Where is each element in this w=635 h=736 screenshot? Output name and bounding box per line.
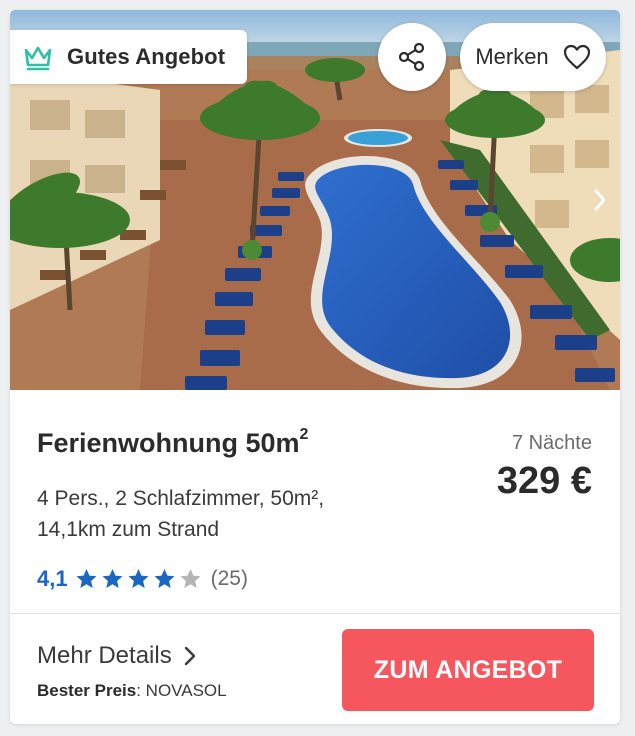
rating: 4,1 (25) xyxy=(37,566,248,592)
chevron-right-icon xyxy=(594,189,606,211)
star-empty-icon xyxy=(180,569,201,588)
listing-description: 4 Pers., 2 Schlafzimmer, 50m², 14,1km zu… xyxy=(37,483,397,545)
heart-outline-icon xyxy=(563,44,590,70)
more-details-link[interactable]: Mehr Details xyxy=(37,642,196,670)
best-price-note: Bester Preis: NOVASOL xyxy=(37,681,227,701)
to-offer-button[interactable]: ZUM ANGEBOT xyxy=(342,629,594,711)
description-line: 14,1km zum Strand xyxy=(37,518,220,541)
more-details-label: Mehr Details xyxy=(37,642,172,669)
divider xyxy=(10,613,620,614)
hotel-photo[interactable]: Gutes Angebot Merken xyxy=(10,10,620,390)
star-rating xyxy=(74,567,203,591)
chevron-right-icon xyxy=(184,646,195,666)
save-label: Merken xyxy=(475,44,549,69)
description-line: 4 Pers., 2 Schlafzimmer, 50m², xyxy=(37,487,325,510)
offer-card: Gutes Angebot Merken Ferienwohnung 50m2 … xyxy=(10,10,620,724)
share-button[interactable] xyxy=(378,23,446,91)
review-count: (25) xyxy=(210,567,248,590)
star-filled-icon xyxy=(76,569,97,588)
nights-label: 7 Nächte xyxy=(511,432,592,454)
best-price-label: Bester Preis xyxy=(37,681,137,700)
save-button[interactable]: Merken xyxy=(460,23,606,91)
listing-title: Ferienwohnung 50m2 xyxy=(37,426,309,458)
price: 329 € xyxy=(496,460,592,502)
rating-score: 4,1 xyxy=(37,566,68,591)
badge-label: Gutes Angebot xyxy=(67,44,226,69)
share-icon xyxy=(398,42,425,72)
best-price-provider: : NOVASOL xyxy=(136,681,227,700)
crown-icon xyxy=(24,46,52,71)
star-filled-icon xyxy=(128,569,149,588)
listing-details: Ferienwohnung 50m2 4 Pers., 2 Schlafzimm… xyxy=(10,390,620,614)
star-filled-icon xyxy=(102,569,123,588)
gallery-next-button[interactable] xyxy=(588,185,612,215)
star-filled-icon xyxy=(154,569,175,588)
good-deal-badge: Gutes Angebot xyxy=(10,30,247,84)
